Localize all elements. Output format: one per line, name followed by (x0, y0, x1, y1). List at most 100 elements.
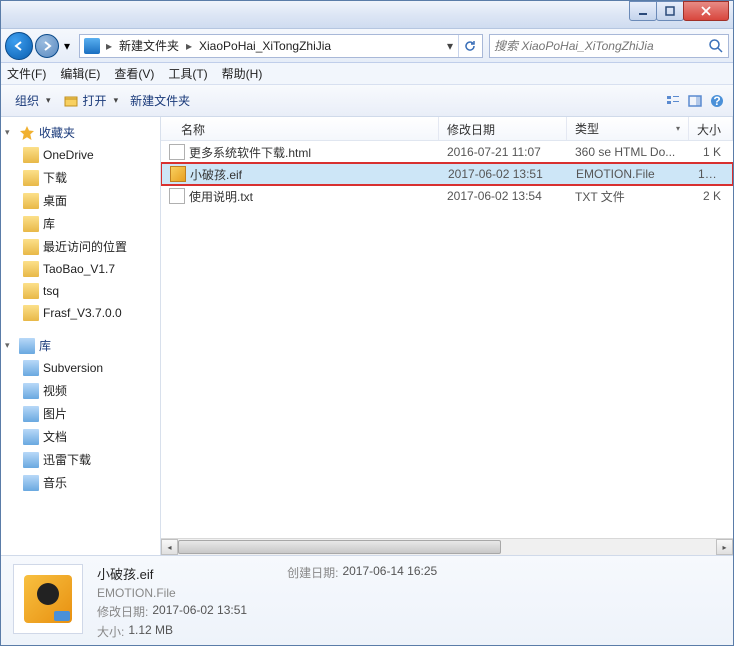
menu-tools[interactable]: 工具(T) (168, 65, 207, 82)
view-options-button[interactable] (665, 93, 681, 109)
organize-button[interactable]: 组织 (9, 90, 57, 111)
tree-item[interactable]: OneDrive (1, 144, 160, 166)
tree-item[interactable]: 图片 (1, 402, 160, 425)
open-button[interactable]: 打开 (57, 90, 125, 111)
details-filename: 小破孩.eif (97, 564, 247, 583)
column-size[interactable]: 大小 (689, 117, 733, 140)
location-icon (84, 38, 100, 54)
address-bar[interactable]: ▸ 新建文件夹 ▸ XiaoPoHai_XiTongZhiJia ▾ (79, 34, 483, 58)
collapse-icon[interactable]: ▾ (5, 340, 15, 351)
tree-item-label: 桌面 (43, 192, 67, 209)
folder-icon (23, 239, 39, 255)
address-dropdown-icon[interactable]: ▾ (442, 39, 458, 53)
new-folder-button[interactable]: 新建文件夹 (124, 90, 196, 111)
menu-file[interactable]: 文件(F) (7, 65, 46, 82)
library-icon (23, 452, 39, 468)
forward-button[interactable] (35, 34, 59, 58)
file-date: 2016-07-21 11:07 (439, 145, 567, 159)
breadcrumb-item[interactable]: 新建文件夹 (116, 37, 182, 54)
library-icon (23, 360, 39, 376)
breadcrumb-sep-icon[interactable]: ▸ (182, 39, 196, 53)
tree-item[interactable]: TaoBao_V1.7 (1, 258, 160, 280)
details-size-label: 大小: (97, 623, 124, 640)
file-row[interactable]: 使用说明.txt2017-06-02 13:54TXT 文件2 K (161, 185, 733, 207)
file-date: 2017-06-02 13:51 (440, 167, 568, 181)
file-icon (169, 188, 185, 204)
column-date[interactable]: 修改日期 (439, 117, 567, 140)
tree-item[interactable]: tsq (1, 280, 160, 302)
file-type: EMOTION.File (568, 167, 690, 181)
file-rows[interactable]: 更多系统软件下载.html2016-07-21 11:07360 se HTML… (161, 141, 733, 538)
help-button[interactable]: ? (709, 93, 725, 109)
file-size: 1 K (689, 145, 733, 159)
menu-edit[interactable]: 编辑(E) (60, 65, 100, 82)
file-name: 小破孩.eif (190, 166, 242, 183)
tree-label: 收藏夹 (39, 124, 75, 141)
tree-item-label: 图片 (43, 405, 67, 422)
file-type: 360 se HTML Do... (567, 145, 689, 159)
tree-item[interactable]: 库 (1, 212, 160, 235)
tree-item-label: OneDrive (43, 148, 94, 162)
collapse-icon[interactable]: ▾ (5, 127, 15, 138)
column-headers: 名称 修改日期 类型 大小 (161, 117, 733, 141)
library-icon (23, 406, 39, 422)
search-input[interactable] (494, 39, 708, 53)
tree-libraries-header[interactable]: ▾ 库 (1, 334, 160, 357)
scroll-track[interactable] (178, 539, 716, 555)
folder-icon (23, 261, 39, 277)
tree-item[interactable]: 音乐 (1, 471, 160, 494)
svg-text:?: ? (713, 94, 720, 108)
horizontal-scrollbar[interactable]: ◂ ▸ (161, 538, 733, 555)
details-created-value: 2017-06-14 16:25 (342, 564, 437, 581)
explorer-window: ▾ ▸ 新建文件夹 ▸ XiaoPoHai_XiTongZhiJia ▾ 文件(… (0, 0, 734, 646)
folder-icon (23, 216, 39, 232)
tree-item[interactable]: 最近访问的位置 (1, 235, 160, 258)
search-box[interactable] (489, 34, 729, 58)
details-created-label: 创建日期: (287, 564, 338, 581)
minimize-button[interactable] (629, 1, 657, 21)
close-button[interactable] (683, 1, 729, 21)
details-size-value: 1.12 MB (128, 623, 173, 640)
eif-icon (24, 575, 72, 623)
column-name[interactable]: 名称 (161, 117, 439, 140)
scroll-left-button[interactable]: ◂ (161, 539, 178, 555)
open-icon (63, 93, 79, 109)
tree-item[interactable]: 桌面 (1, 189, 160, 212)
search-icon[interactable] (708, 38, 724, 54)
back-button[interactable] (5, 32, 33, 60)
tree-item[interactable]: Frasf_V3.7.0.0 (1, 302, 160, 324)
menu-view[interactable]: 查看(V) (114, 65, 154, 82)
tree-item[interactable]: 下载 (1, 166, 160, 189)
tree-favorites-header[interactable]: ▾ 收藏夹 (1, 121, 160, 144)
nav-history-dropdown[interactable]: ▾ (61, 39, 73, 53)
folder-icon (23, 193, 39, 209)
command-bar: 组织 打开 新建文件夹 ? (1, 85, 733, 117)
scroll-right-button[interactable]: ▸ (716, 539, 733, 555)
breadcrumb-item[interactable]: XiaoPoHai_XiTongZhiJia (196, 39, 334, 53)
tree-item[interactable]: 视频 (1, 379, 160, 402)
tree-item[interactable]: 文档 (1, 425, 160, 448)
breadcrumb-sep-icon[interactable]: ▸ (102, 39, 116, 53)
scroll-thumb[interactable] (178, 540, 501, 554)
file-icon (169, 144, 185, 160)
nav-bar: ▾ ▸ 新建文件夹 ▸ XiaoPoHai_XiTongZhiJia ▾ (1, 29, 733, 63)
file-row[interactable]: 小破孩.eif 2017-06-02 13:51EMOTION.File1,149… (161, 163, 733, 185)
titlebar[interactable] (1, 1, 733, 29)
tree-item[interactable]: 迅雷下载 (1, 448, 160, 471)
menu-help[interactable]: 帮助(H) (222, 65, 263, 82)
file-row[interactable]: 更多系统软件下载.html2016-07-21 11:07360 se HTML… (161, 141, 733, 163)
folder-icon (23, 305, 39, 321)
preview-pane-button[interactable] (687, 93, 703, 109)
file-date: 2017-06-02 13:54 (439, 189, 567, 203)
folder-icon (23, 170, 39, 186)
column-type[interactable]: 类型 (567, 117, 689, 140)
tree-item[interactable]: Subversion (1, 357, 160, 379)
maximize-button[interactable] (656, 1, 684, 21)
file-type: TXT 文件 (567, 188, 689, 205)
main-area: ▾ 收藏夹 OneDrive 下载桌面库最近访问的位置TaoBao_V1.7tsq… (1, 117, 733, 555)
file-icon (170, 166, 186, 182)
refresh-button[interactable] (458, 35, 480, 57)
navigation-tree[interactable]: ▾ 收藏夹 OneDrive 下载桌面库最近访问的位置TaoBao_V1.7tsq… (1, 117, 161, 555)
file-size: 1,149 K (690, 167, 732, 181)
tree-item-label: Subversion (43, 361, 103, 375)
